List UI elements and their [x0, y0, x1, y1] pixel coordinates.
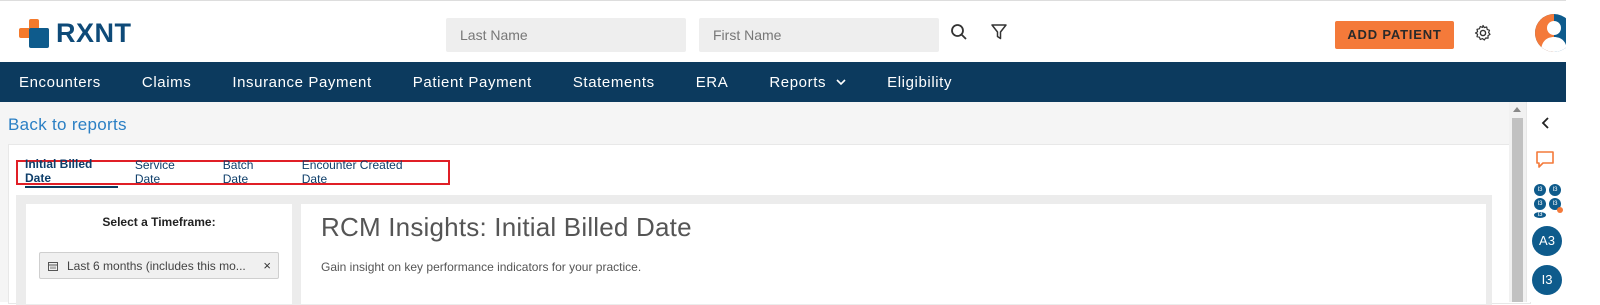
- tab-encounter-created-date[interactable]: Encounter Created Date: [302, 158, 426, 187]
- last-name-input[interactable]: [446, 18, 686, 52]
- rxnt-logo[interactable]: RXNT: [18, 17, 132, 49]
- user-bubble-i3[interactable]: I3: [1532, 265, 1562, 295]
- vertical-scrollbar[interactable]: [1509, 102, 1526, 302]
- user-badge[interactable]: I3: [1534, 212, 1546, 218]
- logo-text: RXNT: [56, 17, 132, 48]
- timeframe-value: Last 6 months (includes this mo...: [67, 258, 246, 273]
- window-edge: [1566, 0, 1600, 302]
- calendar-icon: [48, 261, 58, 271]
- date-type-tabs: Initial Billed Date Service Date Batch D…: [16, 157, 450, 188]
- logo-cross-icon: [18, 17, 50, 49]
- report-body: Select a Timeframe: Last 6 months (inclu…: [16, 195, 1492, 305]
- scroll-up-icon[interactable]: [1513, 107, 1521, 112]
- nav-item-claims[interactable]: Claims: [142, 74, 191, 91]
- collapse-chevron-icon[interactable]: [1541, 116, 1549, 132]
- nav-item-patient-payment[interactable]: Patient Payment: [413, 74, 532, 91]
- tab-service-date[interactable]: Service Date: [135, 158, 201, 187]
- timeframe-select[interactable]: Last 6 months (includes this mo... ×: [39, 252, 279, 279]
- page-title: RCM Insights: Initial Billed Date: [321, 212, 692, 242]
- main-nav: Encounters Claims Insurance Payment Pati…: [0, 62, 1600, 102]
- filter-icon[interactable]: [990, 23, 1012, 45]
- nav-item-encounters[interactable]: Encounters: [19, 74, 101, 91]
- tab-initial-billed-date[interactable]: Initial Billed Date: [25, 157, 118, 188]
- timeframe-panel: Select a Timeframe: Last 6 months (inclu…: [26, 204, 292, 304]
- nav-item-eligibility[interactable]: Eligibility: [887, 74, 952, 91]
- chevron-down-icon: [836, 78, 846, 85]
- content-area: Back to reports Initial Billed Date Serv…: [0, 102, 1540, 305]
- timeframe-title: Select a Timeframe:: [102, 215, 216, 229]
- top-header: RXNT ADD PATIENT: [0, 0, 1600, 62]
- search-icon[interactable]: [950, 23, 972, 45]
- nav-item-statements[interactable]: Statements: [573, 74, 655, 91]
- nav-item-insurance-payment[interactable]: Insurance Payment: [232, 74, 371, 91]
- user-badge[interactable]: I3: [1534, 184, 1546, 196]
- user-bubble-a3[interactable]: A3: [1532, 226, 1562, 256]
- clear-timeframe-icon[interactable]: ×: [263, 258, 271, 273]
- report-card: Initial Billed Date Service Date Batch D…: [8, 144, 1531, 305]
- page-subtitle: Gain insight on key performance indicato…: [321, 260, 642, 274]
- first-name-input[interactable]: [699, 18, 939, 52]
- nav-item-reports[interactable]: Reports: [769, 74, 846, 91]
- add-patient-button[interactable]: ADD PATIENT: [1335, 21, 1454, 49]
- scroll-thumb[interactable]: [1512, 118, 1523, 302]
- right-sidebar: I3 I3 I3 I3 I3 A3 I3: [1526, 102, 1566, 302]
- back-to-reports-link[interactable]: Back to reports: [8, 115, 127, 135]
- user-badge[interactable]: I3: [1549, 184, 1561, 196]
- gear-icon[interactable]: [1474, 24, 1496, 46]
- chat-icon[interactable]: [1535, 150, 1557, 170]
- nav-item-reports-label: Reports: [769, 73, 827, 91]
- notification-dot: [1557, 207, 1563, 213]
- tab-batch-date[interactable]: Batch Date: [223, 158, 280, 187]
- insights-panel: RCM Insights: Initial Billed Date Gain i…: [301, 204, 1486, 304]
- nav-item-era[interactable]: ERA: [696, 74, 729, 91]
- user-badge[interactable]: I3: [1534, 198, 1546, 210]
